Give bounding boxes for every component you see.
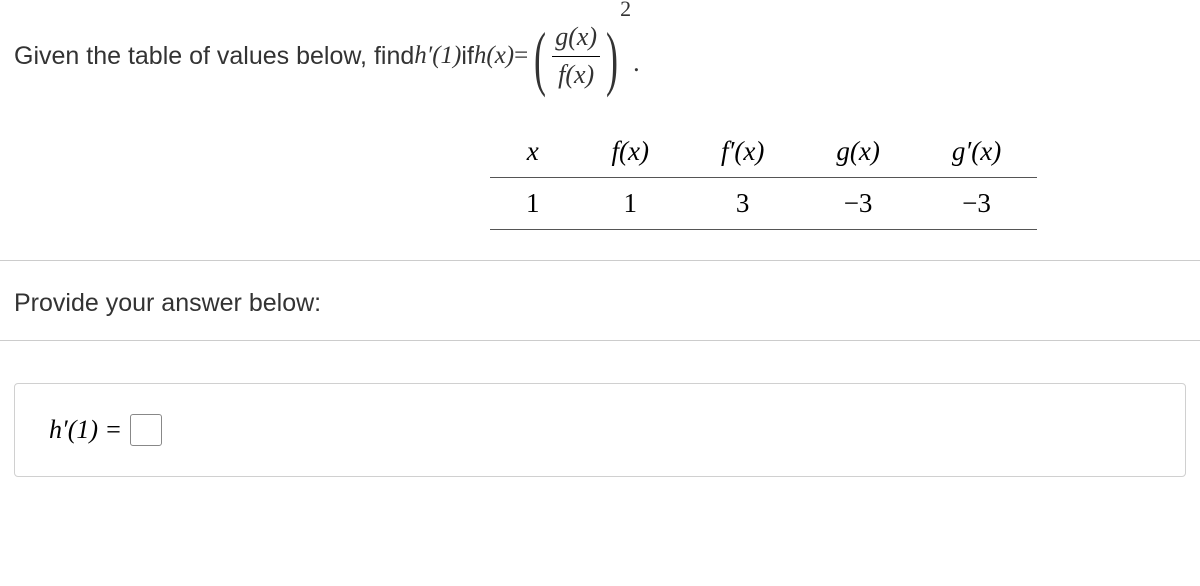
fraction-numerator: g(x) bbox=[552, 21, 600, 57]
cell-fpx: 3 bbox=[685, 178, 800, 230]
cell-x: 1 bbox=[490, 178, 576, 230]
question-hprime: h′(1) bbox=[414, 42, 461, 70]
question-hx: h(x) bbox=[474, 42, 514, 70]
col-gpx: g′(x) bbox=[952, 136, 1001, 166]
col-fx: f(x) bbox=[612, 136, 649, 166]
question-intro: Given the table of values below, find bbox=[14, 42, 414, 71]
table-header-row: x f(x) f′(x) g(x) g′(x) bbox=[490, 126, 1037, 178]
fraction: g(x) f(x) bbox=[552, 21, 600, 91]
col-gx: g(x) bbox=[836, 136, 879, 166]
cell-gx: −3 bbox=[800, 178, 915, 230]
answer-expression: h′(1) = bbox=[49, 414, 1151, 446]
col-fpx: f′(x) bbox=[721, 136, 764, 166]
col-x: x bbox=[527, 136, 539, 166]
exponent: 2 bbox=[620, 0, 631, 22]
table-row: 1 1 3 −3 −3 bbox=[490, 178, 1037, 230]
question-if: if bbox=[461, 42, 474, 71]
fraction-expression: ( g(x) f(x) ) 2 . bbox=[528, 20, 641, 92]
left-paren-icon: ( bbox=[534, 22, 546, 94]
values-table-area: x f(x) f′(x) g(x) g′(x) 1 1 3 −3 −3 bbox=[490, 126, 1200, 230]
answer-lhs: h′(1) = bbox=[49, 415, 122, 445]
values-table: x f(x) f′(x) g(x) g′(x) 1 1 3 −3 −3 bbox=[490, 126, 1037, 230]
fraction-denominator: f(x) bbox=[555, 57, 597, 92]
period: . bbox=[633, 48, 640, 78]
cell-fx: 1 bbox=[576, 178, 685, 230]
cell-gpx: −3 bbox=[916, 178, 1037, 230]
answer-input[interactable] bbox=[130, 414, 162, 446]
right-paren-icon: ) bbox=[606, 22, 618, 94]
answer-zone: h′(1) = bbox=[14, 383, 1186, 477]
question-prompt: Given the table of values below, find h′… bbox=[0, 0, 1200, 102]
equals-sign: = bbox=[514, 42, 528, 70]
provide-answer-label: Provide your answer below: bbox=[0, 260, 1200, 341]
